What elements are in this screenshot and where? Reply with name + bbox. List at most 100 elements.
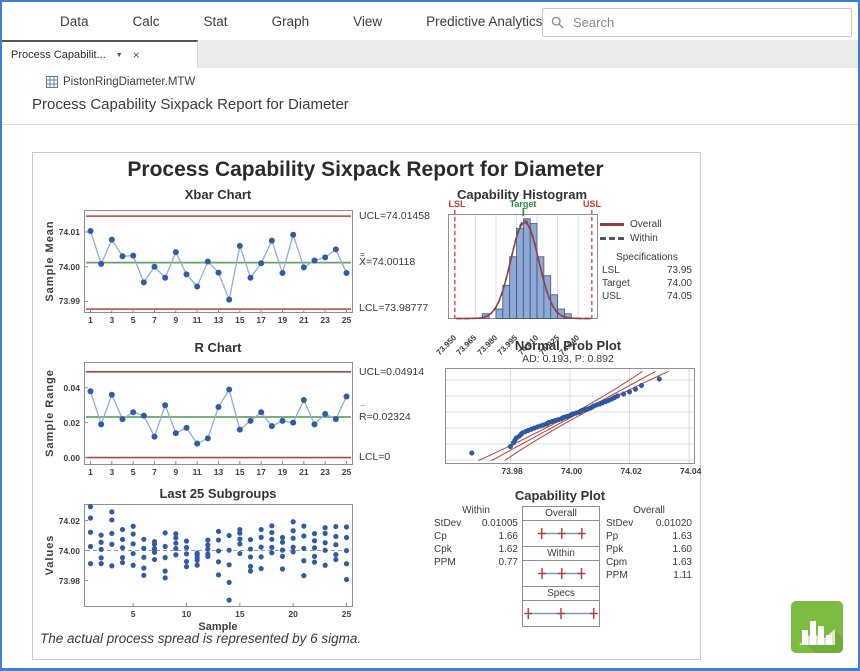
- subgroup-point: [237, 527, 242, 532]
- last25-xtick: 5: [124, 609, 142, 619]
- data-point: [141, 279, 147, 285]
- menu-item-view[interactable]: View: [353, 14, 382, 29]
- xbar-xtick: 11: [188, 315, 206, 325]
- subgroup-point: [99, 561, 104, 566]
- data-point: [237, 427, 243, 433]
- stat-label: Cpm: [606, 556, 627, 569]
- subgroup-point: [141, 546, 146, 551]
- stats-header: Overall: [606, 504, 692, 517]
- stats-row: Pp 1.63: [606, 530, 692, 543]
- subgroup-point: [333, 542, 338, 547]
- subgroup-point: [291, 549, 296, 554]
- app-window: DataCalcStatGraphViewPredictive Analytic…: [0, 0, 860, 671]
- data-point: [98, 261, 104, 267]
- search-input[interactable]: [571, 14, 825, 31]
- subgroup-point: [120, 527, 125, 532]
- r-xtick: 25: [338, 467, 356, 477]
- subgroup-point: [248, 564, 253, 569]
- subgroup-point: [227, 580, 232, 585]
- data-point: [120, 416, 126, 422]
- r-ytick: 0.00: [52, 453, 80, 463]
- subgroup-point: [344, 548, 349, 553]
- data-point: [152, 434, 158, 440]
- subgroup-point: [323, 525, 328, 530]
- subgroup-point: [173, 541, 178, 546]
- data-point: [248, 418, 254, 424]
- menu-item-graph[interactable]: Graph: [272, 14, 310, 29]
- subgroup-point: [99, 547, 104, 552]
- menu-item-calc[interactable]: Calc: [133, 14, 160, 29]
- menu-item-data[interactable]: Data: [60, 14, 89, 29]
- stats-header: Within: [434, 504, 518, 517]
- subgroup-point: [333, 524, 338, 529]
- subgroup-point: [227, 533, 232, 538]
- data-point: [162, 275, 168, 281]
- last25-ytick: 73.98: [52, 576, 80, 586]
- subgroup-point: [88, 544, 93, 549]
- data-point: [184, 425, 190, 431]
- hist-bar: [523, 219, 530, 319]
- worksheet-item[interactable]: PistonRingDiameter.MTW: [46, 76, 195, 88]
- subgroup-point: [109, 542, 114, 547]
- probplot-plot: [445, 368, 695, 464]
- xbar-xtick: 15: [231, 315, 249, 325]
- subgroup-point: [205, 551, 210, 556]
- stat-label: LSL: [602, 264, 620, 277]
- tab-dropdown-icon[interactable]: ▼: [116, 52, 123, 59]
- xbar-xtick: 19: [274, 315, 292, 325]
- data-point: [194, 283, 200, 289]
- legend-swatch-solid: [600, 223, 624, 226]
- subgroup-point: [227, 597, 232, 602]
- subgroup-point: [269, 545, 274, 550]
- last25-ytick: 74.02: [52, 516, 80, 526]
- tab-close-icon[interactable]: ×: [133, 48, 140, 62]
- legend-label: Overall: [630, 219, 662, 230]
- subgroup-point: [291, 528, 296, 533]
- stats-row: StDev0.01020: [606, 517, 692, 530]
- subgroup-point: [109, 563, 114, 568]
- worksheet-name: PistonRingDiameter.MTW: [63, 76, 195, 88]
- subgroup-point: [344, 535, 349, 540]
- last25-plot: [84, 504, 353, 607]
- subgroup-point: [120, 537, 125, 542]
- data-point: [301, 397, 307, 403]
- subgroup-point: [131, 541, 136, 546]
- data-point: [333, 416, 339, 422]
- search-box[interactable]: [542, 8, 852, 37]
- stat-value: 1.63: [673, 530, 692, 543]
- cap-group-label-specs: Specs: [523, 586, 599, 601]
- stat-value: 1.62: [499, 543, 518, 556]
- subgroup-point: [173, 531, 178, 536]
- subgroup-point: [291, 519, 296, 524]
- xbar-xtick: 1: [82, 315, 100, 325]
- tab-process-capability[interactable]: Process Capabilit... ▼ ×: [2, 40, 198, 68]
- r-xtick: 7: [146, 467, 164, 477]
- subgroup-point: [301, 533, 306, 538]
- stat-label: Target: [602, 277, 630, 290]
- data-point: [120, 253, 126, 259]
- r-xtick: 21: [295, 467, 313, 477]
- subgroup-point: [195, 551, 200, 556]
- stat-label: Pp: [606, 530, 618, 543]
- data-point: [88, 228, 94, 234]
- subgroup-point: [280, 554, 285, 559]
- data-point: [141, 413, 147, 419]
- subgroup-point: [216, 559, 221, 564]
- menu-item-stat[interactable]: Stat: [204, 14, 228, 29]
- prob-point: [639, 383, 644, 388]
- subgroup-point: [131, 563, 136, 568]
- data-point: [184, 271, 190, 277]
- subgroup-point: [152, 557, 157, 562]
- lower-band: [479, 371, 643, 460]
- stat-value: 1.63: [673, 556, 692, 569]
- subgroup-point: [280, 548, 285, 553]
- histogram-plot: [448, 208, 598, 324]
- subgroup-point: [141, 537, 146, 542]
- subgroup-point: [333, 557, 338, 562]
- subgroup-point: [237, 537, 242, 542]
- data-point: [205, 435, 211, 441]
- legend-swatch-dashed: [600, 237, 624, 240]
- subgroup-point: [344, 561, 349, 566]
- subgroup-point: [120, 555, 125, 560]
- minitab-graph-icon[interactable]: [791, 601, 843, 653]
